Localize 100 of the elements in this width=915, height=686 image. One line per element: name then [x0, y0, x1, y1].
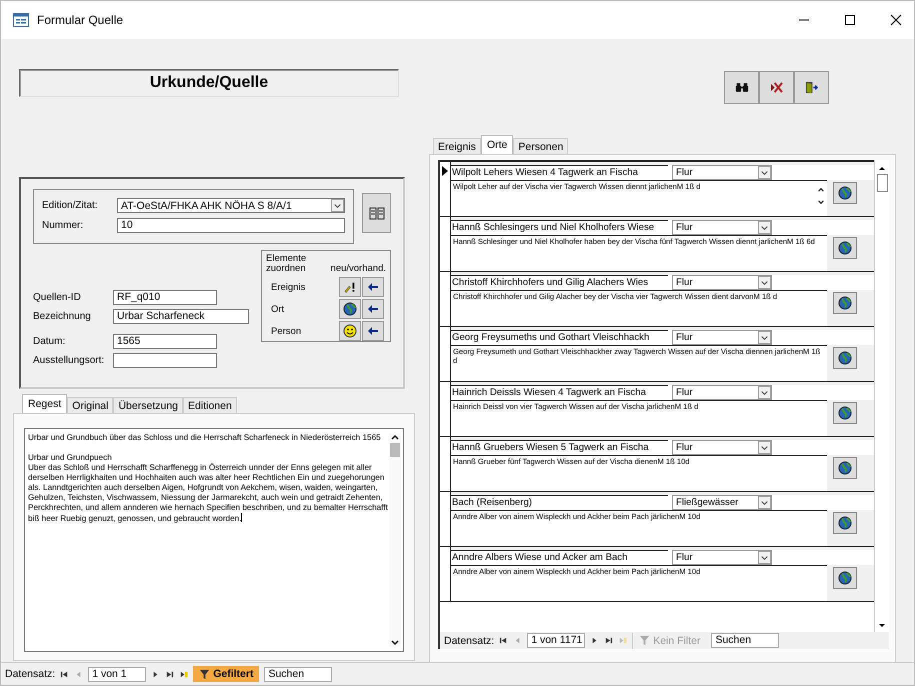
tab[interactable]: Übersetzung: [113, 397, 184, 413]
place-type-dropdown[interactable]: Flur: [672, 220, 772, 235]
element-label: Person: [270, 326, 302, 336]
regest-text: Urbar und Grundbuch über das Schloss und die Herrschaft Scharfeneck in Niederösterreich 1565 Urbar und Grundpuech Uber das Schloß und Herrschafft Scharffenegg in Österreich unnder der Enns gelegen mit aller derselben Herrligkhaiten und Hochhaiten auch was alter heer Rechtlichen Ein und zuegehorungen als. Lanndtgerichten auch derselben Aigen, Hofgrundt von Aekchem, wisen, waiden, weingarten, Gehulzen, Teichsten, Vischwassem, Niessung der Jarmarekcht, auch wein und getraidt Zehenten, Perckhrechten, und allem annderen wie hernach Specifien beschriben, und zu bemalter Herrschafft biß heer Ruebig genuzt, genossen, und gebraucht worden.: [28, 433, 389, 525]
tab[interactable]: Orte: [480, 135, 514, 154]
new-element-button[interactable]: [339, 299, 361, 319]
tab[interactable]: Personen: [513, 138, 568, 154]
current-record-icon: [442, 166, 448, 176]
assign-existing-button[interactable]: [362, 321, 384, 341]
exit-door-icon: [805, 81, 818, 94]
assign-existing-button[interactable]: [362, 277, 384, 297]
place-type-dropdown[interactable]: Flur: [672, 385, 772, 400]
globe-button[interactable]: [833, 457, 857, 479]
scroll-up-icon[interactable]: [817, 186, 825, 193]
record-label: Datensatz:: [444, 634, 494, 646]
group-label: Elemente zuordnen: [266, 254, 308, 274]
smiley-icon: [343, 324, 357, 338]
globe-icon: [343, 302, 357, 316]
globe-icon: [838, 406, 852, 420]
tab[interactable]: Regest: [22, 394, 68, 413]
scroll-thumb[interactable]: [390, 443, 400, 457]
globe-button[interactable]: [833, 512, 857, 534]
left-arrow-icon: [367, 282, 379, 292]
first-record-icon[interactable]: [60, 670, 70, 678]
globe-icon: [838, 571, 852, 585]
globe-icon: [838, 351, 852, 365]
globe-button[interactable]: [833, 292, 857, 314]
text-field[interactable]: Urbar Scharfeneck: [113, 309, 249, 324]
form-icon: [13, 13, 29, 27]
globe-icon: [838, 296, 852, 310]
globe-button[interactable]: [833, 237, 857, 259]
tab[interactable]: Ereignis: [433, 138, 481, 154]
left-arrow-icon: [367, 304, 379, 314]
window-title: Formular Quelle: [37, 13, 124, 27]
globe-button[interactable]: [833, 347, 857, 369]
search-field[interactable]: Suchen: [711, 633, 780, 648]
search-field[interactable]: Suchen: [264, 666, 332, 682]
globe-icon: [838, 186, 852, 200]
tab[interactable]: Original: [67, 397, 114, 413]
scroll-up-icon[interactable]: [877, 164, 887, 172]
new-record-icon[interactable]: [179, 670, 188, 678]
globe-button[interactable]: [833, 567, 857, 589]
last-record-icon[interactable]: [604, 636, 614, 645]
last-record-icon[interactable]: [165, 670, 174, 678]
funnel-icon: [199, 668, 210, 680]
element-label: Ort: [270, 304, 286, 314]
scrollbar[interactable]: [389, 433, 401, 647]
delete-icon: [770, 82, 783, 93]
assign-existing-button[interactable]: [362, 299, 384, 319]
field-label: Ausstellungsort:: [33, 355, 106, 366]
place-type-dropdown[interactable]: Flur: [672, 165, 772, 180]
field-label: Bezeichnung: [33, 311, 92, 322]
scroll-thumb[interactable]: [876, 174, 888, 192]
scrollbar[interactable]: [874, 160, 889, 632]
number-field[interactable]: 10: [117, 218, 345, 233]
place-type-dropdown[interactable]: Flur: [672, 275, 772, 290]
filter-button[interactable]: Gefiltert: [193, 666, 260, 682]
form-heading: Urkunde/Quelle: [19, 69, 399, 97]
tab[interactable]: Editionen: [183, 397, 237, 413]
globe-button[interactable]: [833, 402, 857, 424]
record-position-field[interactable]: 1 von 1171: [527, 633, 586, 648]
search-button[interactable]: [724, 71, 759, 104]
book-icon: [368, 206, 384, 220]
globe-icon: [838, 516, 852, 530]
record-selector[interactable]: [440, 162, 451, 216]
new-element-button[interactable]: [339, 321, 361, 341]
record-label: Datensatz:: [5, 668, 56, 680]
globe-icon: [838, 241, 852, 255]
globe-icon: [838, 461, 852, 475]
text-field[interactable]: [113, 353, 217, 368]
record-position-field[interactable]: 1 von 1: [88, 666, 146, 682]
field-label: Datum:: [33, 336, 66, 347]
close-icon[interactable]: [890, 14, 902, 26]
scroll-down-icon[interactable]: [390, 639, 400, 647]
place-type-dropdown[interactable]: Flur: [672, 550, 772, 565]
text-field[interactable]: RF_q010: [113, 290, 217, 305]
element-label: Ereignis: [270, 282, 306, 292]
scroll-down-icon[interactable]: [817, 199, 825, 206]
field-label: Quellen-ID: [33, 292, 82, 303]
place-type-dropdown[interactable]: Flur: [672, 330, 772, 345]
new-element-button[interactable]: [339, 277, 361, 297]
binoculars-icon: [734, 82, 748, 93]
book-button[interactable]: [362, 193, 391, 233]
place-type-dropdown[interactable]: Flur: [672, 440, 772, 455]
pencil-exclamation-icon: [343, 281, 357, 293]
edition-dropdown[interactable]: AT-OeStA/FHKA AHK NÖHA S 8/A/1: [117, 198, 345, 213]
place-type-dropdown[interactable]: Fließgewässer: [672, 495, 772, 510]
left-arrow-icon: [367, 326, 379, 336]
field-label: Edition/Zitat:: [42, 200, 99, 211]
column-label: neu/vorhand.: [330, 263, 386, 274]
funnel-icon: [639, 635, 650, 646]
scroll-up-icon[interactable]: [390, 433, 400, 441]
field-label: Nummer:: [42, 220, 84, 231]
globe-button[interactable]: [833, 182, 857, 204]
exit-button[interactable]: [794, 71, 829, 104]
delete-record-button[interactable]: [759, 71, 794, 104]
text-field[interactable]: 1565: [113, 334, 217, 349]
maximize-icon[interactable]: [844, 14, 856, 26]
scroll-down-icon[interactable]: [877, 622, 887, 630]
first-record-icon[interactable]: [499, 636, 508, 645]
